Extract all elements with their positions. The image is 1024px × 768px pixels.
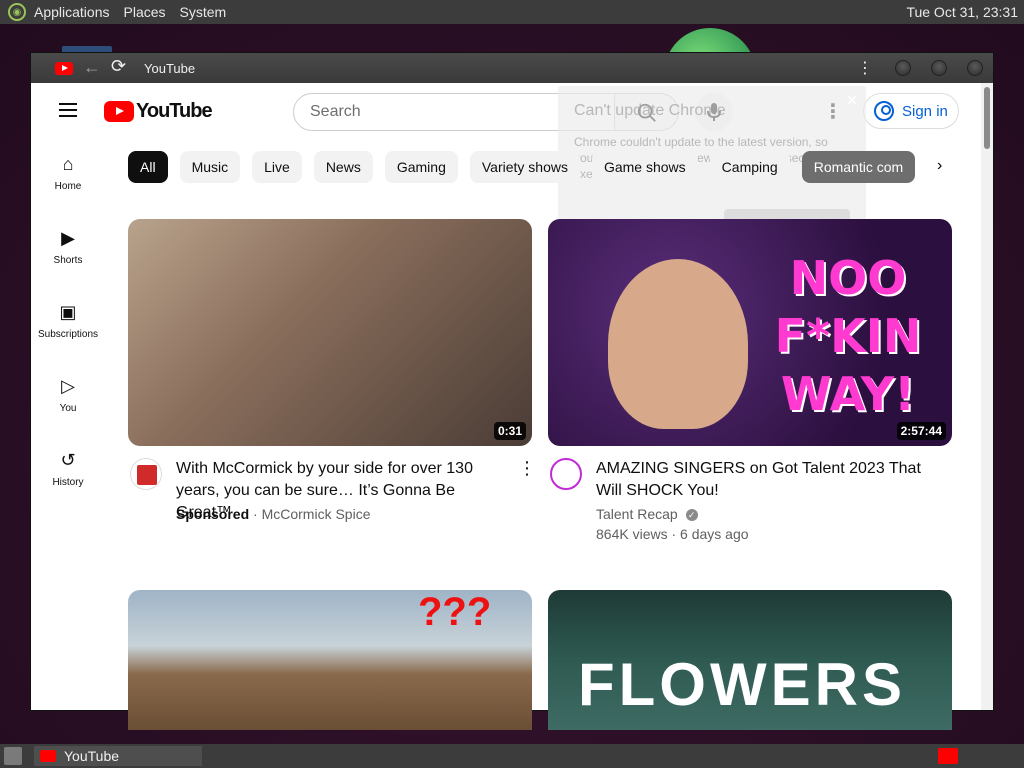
video-card[interactable]: NOO F*KIN WAY! 2:57:44 AMAZING SINGERS o…: [548, 219, 952, 542]
tray-youtube-icon[interactable]: [938, 748, 958, 764]
menu-system[interactable]: System: [180, 4, 227, 20]
nav-item-history[interactable]: ↺ History: [31, 435, 105, 497]
chip-live[interactable]: Live: [252, 151, 302, 183]
video-duration: 0:31: [493, 422, 526, 440]
chip-news[interactable]: News: [313, 151, 373, 183]
nav-item-shorts[interactable]: ▶ Shorts: [31, 213, 105, 275]
nav-item-home[interactable]: ⌂ Home: [31, 139, 105, 201]
youtube-icon: [40, 750, 56, 762]
chip-all[interactable]: All: [128, 151, 168, 183]
thumbnail-text: ???: [418, 590, 492, 634]
video-thumbnail[interactable]: ???: [128, 590, 532, 730]
minimize-button[interactable]: [895, 60, 911, 76]
distro-logo-icon[interactable]: ◉: [8, 3, 26, 21]
filter-chips: All Music Live News Gaming Variety shows Game …: [128, 151, 958, 183]
youtube-logo[interactable]: YouTube: [104, 100, 213, 123]
sign-in-button[interactable]: Sign in: [863, 93, 959, 129]
chevron-right-icon[interactable]: ›: [937, 157, 942, 175]
video-menu-icon[interactable]: ⋮: [518, 458, 536, 479]
history-icon: ↺: [60, 450, 76, 470]
video-thumbnail[interactable]: FLOWERS: [548, 590, 952, 730]
browser-window: ← ⟳ YouTube ⋮ YouTube Search Sign in ✕ C…: [31, 53, 993, 730]
home-icon: ⌂: [62, 154, 74, 174]
verified-icon: ✓: [685, 509, 698, 522]
window-titlebar[interactable]: ← ⟳ YouTube ⋮: [31, 53, 993, 83]
chip-romantic-comedies[interactable]: Romantic com: [801, 151, 916, 183]
video-stats: 864K views · 6 days ago: [596, 526, 749, 542]
back-icon[interactable]: ←: [83, 57, 101, 78]
close-button[interactable]: [967, 60, 983, 76]
scrollbar-thumb[interactable]: [984, 87, 990, 149]
window-title: YouTube: [144, 61, 196, 76]
chip-game-shows[interactable]: Game shows: [591, 151, 698, 183]
chip-music[interactable]: Music: [179, 151, 241, 183]
youtube-favicon-icon: [55, 62, 73, 75]
sponsored-label: Sponsored: [176, 506, 250, 522]
thumbnail-text: FLOWERS: [578, 651, 906, 718]
chip-gaming[interactable]: Gaming: [384, 151, 458, 183]
reload-icon[interactable]: ⟳: [111, 56, 126, 77]
browser-menu-icon[interactable]: ⋮: [857, 58, 873, 78]
channel-name[interactable]: McCormick Spice: [262, 506, 371, 522]
video-channel: Talent Recap ✓: [596, 506, 698, 522]
video-title[interactable]: AMAZING SINGERS on Got Talent 2023 That …: [596, 458, 936, 502]
hamburger-menu-icon[interactable]: [59, 103, 77, 117]
video-duration: 2:57:44: [896, 422, 946, 440]
show-desktop-button[interactable]: [4, 747, 22, 765]
video-channel: Sponsored · McCormick Spice: [176, 506, 371, 522]
channel-avatar[interactable]: [130, 458, 162, 490]
popup-title: Can't update Chrome: [574, 102, 726, 119]
shorts-icon: ▶: [61, 228, 75, 248]
youtube-play-icon: [104, 101, 134, 122]
video-card[interactable]: FLOWERS: [548, 590, 952, 730]
page-scrollbar[interactable]: [981, 83, 993, 710]
nav-item-you[interactable]: ▷ You: [31, 361, 105, 423]
top-panel: ◉ Applications Places System Tue Oct 31,…: [0, 0, 1024, 24]
video-card[interactable]: 0:31 With McCormick by your side for ove…: [128, 219, 536, 522]
taskbar-item-youtube[interactable]: YouTube: [34, 746, 202, 766]
video-thumbnail[interactable]: NOO F*KIN WAY! 2:57:44: [548, 219, 952, 446]
subscriptions-icon: ▣: [59, 302, 77, 322]
channel-name[interactable]: Talent Recap: [596, 506, 678, 522]
thumbnail-face: [608, 259, 748, 429]
close-icon[interactable]: ✕: [846, 92, 858, 109]
account-icon: [874, 101, 894, 121]
bottom-panel: YouTube: [0, 744, 1024, 768]
video-card[interactable]: ???: [128, 590, 532, 730]
video-thumbnail[interactable]: 0:31: [128, 219, 532, 446]
chip-camping[interactable]: Camping: [709, 151, 790, 183]
library-icon: ▷: [61, 376, 75, 396]
chip-variety-shows[interactable]: Variety shows: [469, 151, 580, 183]
channel-avatar[interactable]: [550, 458, 582, 490]
maximize-button[interactable]: [931, 60, 947, 76]
menu-places[interactable]: Places: [124, 4, 166, 20]
nav-item-subscriptions[interactable]: ▣ Subscriptions: [31, 287, 105, 349]
thumbnail-text: NOO F*KIN WAY!: [774, 251, 922, 421]
clock[interactable]: Tue Oct 31, 23:31: [906, 4, 1018, 20]
menu-applications[interactable]: Applications: [34, 4, 110, 20]
